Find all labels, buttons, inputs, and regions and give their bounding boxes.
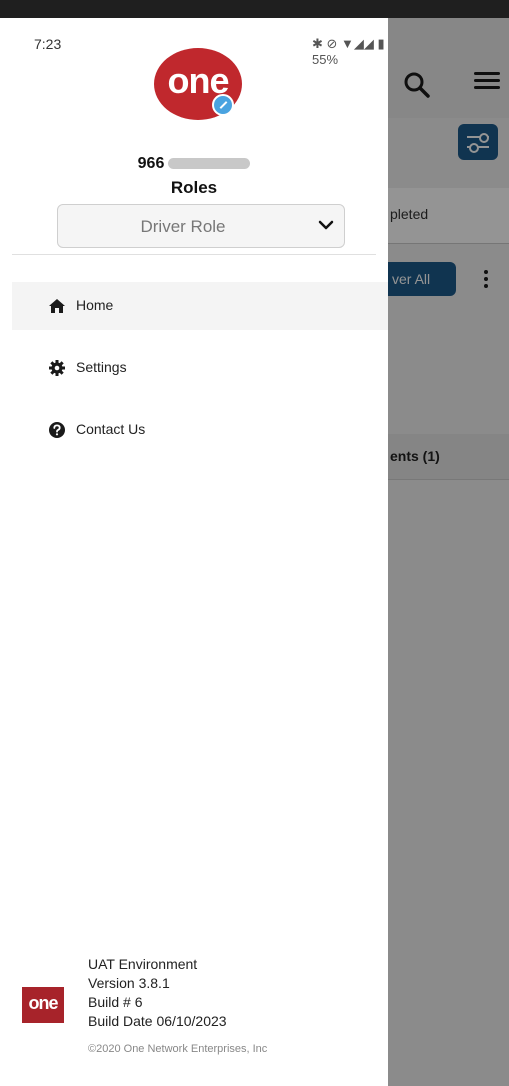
nav-item-settings[interactable]: Settings (12, 344, 388, 392)
username-text: 966 (137, 155, 165, 172)
gear-icon (49, 360, 65, 376)
question-circle-icon (49, 422, 65, 438)
role-select[interactable]: Driver Role (57, 204, 345, 248)
version-label: Version 3.8.1 (88, 975, 170, 991)
nav-item-contact-us[interactable]: Contact Us (12, 406, 388, 454)
environment-label: UAT Environment (88, 956, 198, 972)
nav-label-settings: Settings (76, 359, 127, 375)
username: 966 (0, 155, 388, 173)
home-icon (49, 299, 65, 313)
status-icons: ✱ ⊘ ▼◢◢ ▮ 55% (312, 36, 385, 67)
drawer-divider (12, 254, 376, 255)
nav-label-contact-us: Contact Us (76, 421, 146, 437)
chevron-down-icon (318, 220, 334, 230)
build-info: UAT Environment Version 3.8.1 Build # 6 … (88, 955, 227, 1031)
nav-label-home: Home (76, 297, 114, 313)
footer-logo: one (22, 987, 64, 1023)
edit-pencil-icon[interactable] (212, 94, 234, 116)
nav-item-home[interactable]: Home (12, 282, 388, 330)
build-date-label: Build Date 06/10/2023 (88, 1013, 227, 1029)
redacted-name-block (168, 158, 251, 170)
role-select-value: Driver Role (140, 217, 226, 236)
copyright-text: ©2020 One Network Enterprises, Inc (88, 1043, 268, 1055)
roles-label: Roles (170, 178, 218, 197)
build-number-label: Build # 6 (88, 994, 143, 1010)
footer-logo-text: one (28, 993, 58, 1013)
navigation-drawer: 7:23 ✱ ⊘ ▼◢◢ ▮ 55% one 966 Roles Driver … (0, 18, 388, 1086)
status-time: 7:23 (34, 36, 62, 52)
device-top-bezel (0, 0, 509, 18)
